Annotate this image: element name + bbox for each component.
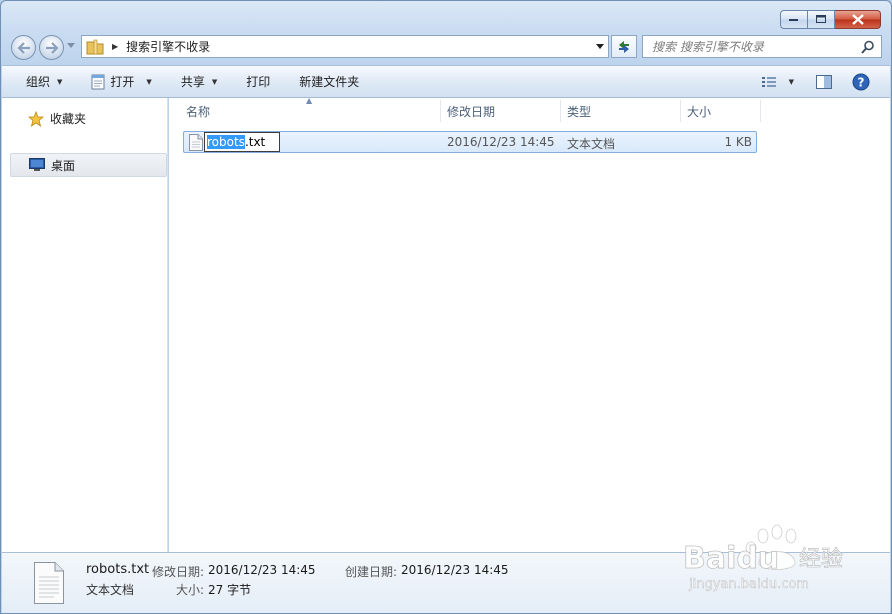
nav-label-desktop: 桌面 — [51, 158, 76, 173]
view-controls: ▼ ? — [761, 66, 890, 97]
explorer-window: ▶ 搜索引擎不收录 组织 ▼ 打开 ▼ — [0, 0, 892, 614]
text-file-large-icon — [34, 562, 64, 604]
maximize-icon — [815, 15, 826, 23]
details-modified-label: 修改日期: — [152, 565, 205, 579]
details-pane: robots.txt 文本文档 修改日期: 2016/12/23 14:45 大… — [2, 552, 890, 613]
folder-icon — [86, 39, 104, 54]
arrow-left-icon — [16, 41, 30, 54]
maximize-button[interactable] — [808, 10, 835, 29]
star-icon — [28, 110, 44, 127]
nav-item-favorites[interactable]: 收藏夹 — [28, 110, 86, 127]
preview-pane-button[interactable] — [816, 66, 832, 97]
column-header-type[interactable]: 类型 — [567, 98, 677, 124]
rename-input[interactable]: robots .txt — [204, 132, 280, 152]
recent-pages-dropdown-icon[interactable] — [67, 43, 75, 48]
open-button[interactable]: 打开 ▼ — [90, 66, 152, 97]
column-header-name[interactable]: 名称 — [186, 98, 436, 124]
organize-label: 组织 — [26, 75, 51, 89]
column-label-type: 类型 — [567, 104, 592, 119]
file-modified: 2016/12/23 14:45 — [447, 135, 555, 149]
column-header-modified[interactable]: 修改日期 — [447, 98, 559, 124]
print-label: 打印 — [246, 75, 271, 89]
text-file-icon — [189, 134, 203, 151]
rename-extension-text: .txt — [244, 135, 266, 149]
details-size-value: 27 字节 — [208, 583, 252, 597]
close-icon — [851, 14, 864, 25]
new-folder-label: 新建文件夹 — [299, 75, 360, 89]
chevron-down-icon: ▼ — [57, 77, 63, 86]
column-divider[interactable] — [760, 100, 761, 122]
address-bar[interactable]: ▶ 搜索引擎不收录 — [81, 35, 609, 58]
desktop-icon — [29, 158, 45, 171]
minimize-button[interactable] — [780, 10, 808, 29]
column-header-size[interactable]: 大小 — [687, 98, 757, 124]
minimize-icon — [789, 18, 798, 21]
new-folder-button[interactable]: 新建文件夹 — [299, 66, 359, 97]
share-label: 共享 — [180, 75, 205, 89]
breadcrumb-separator[interactable]: ▶ — [112, 42, 118, 51]
details-created-label: 创建日期: — [345, 565, 398, 579]
view-list-icon — [761, 76, 776, 87]
column-label-size: 大小 — [687, 104, 712, 119]
change-view-button[interactable]: ▼ — [761, 66, 794, 97]
notepad-icon — [91, 74, 105, 89]
details-modified-value: 2016/12/23 14:45 — [208, 563, 316, 577]
help-icon: ? — [852, 73, 870, 90]
details-created-value: 2016/12/23 14:45 — [401, 563, 509, 577]
caption-buttons — [780, 10, 881, 29]
column-divider[interactable] — [680, 100, 681, 122]
rename-selected-text: robots — [207, 135, 245, 149]
nav-item-desktop[interactable]: 桌面 — [10, 153, 167, 177]
navigation-pane: 收藏夹 桌面 — [2, 98, 168, 552]
file-row[interactable]: robots .txt 2016/12/23 14:45 文本文档 1 KB — [183, 131, 757, 153]
search-box[interactable] — [642, 35, 882, 58]
details-filename: robots.txt — [86, 562, 150, 577]
file-list: ▲ 名称 修改日期 类型 大小 robots .txt 2016/12/23 14… — [169, 96, 890, 552]
open-label: 打开 — [110, 75, 135, 89]
chevron-down-icon: ▼ — [788, 77, 794, 86]
share-button[interactable]: 共享 ▼ — [181, 66, 217, 97]
column-label-modified: 修改日期 — [447, 104, 496, 119]
nav-label-favorites: 收藏夹 — [50, 112, 87, 126]
chevron-down-icon: ▼ — [211, 77, 218, 86]
preview-pane-icon — [816, 74, 832, 89]
refresh-icon — [619, 40, 629, 53]
refresh-button[interactable] — [611, 35, 637, 58]
arrow-right-icon — [45, 41, 59, 54]
address-dropdown-icon[interactable] — [596, 44, 604, 49]
help-button[interactable]: ? — [852, 66, 870, 97]
chevron-down-icon: ▼ — [146, 77, 152, 86]
organize-button[interactable]: 组织 ▼ — [26, 66, 62, 97]
back-button[interactable] — [11, 35, 36, 60]
print-button[interactable]: 打印 — [246, 66, 270, 97]
search-icon[interactable] — [861, 40, 875, 54]
breadcrumb-current[interactable]: 搜索引擎不收录 — [126, 38, 210, 55]
svg-text:?: ? — [858, 75, 865, 89]
command-bar: 组织 ▼ 打开 ▼ 共享 ▼ 打印 新建文件夹 ▼ ? — [2, 65, 890, 98]
column-label-name: 名称 — [186, 104, 211, 119]
column-divider[interactable] — [560, 100, 561, 122]
file-size: 1 KB — [724, 135, 752, 149]
details-size-label: 大小: — [176, 583, 205, 597]
search-input[interactable] — [652, 39, 852, 54]
column-divider[interactable] — [440, 100, 441, 122]
file-type: 文本文档 — [567, 137, 616, 151]
close-button[interactable] — [835, 10, 881, 29]
details-filetype: 文本文档 — [86, 583, 135, 597]
forward-button[interactable] — [39, 35, 64, 60]
